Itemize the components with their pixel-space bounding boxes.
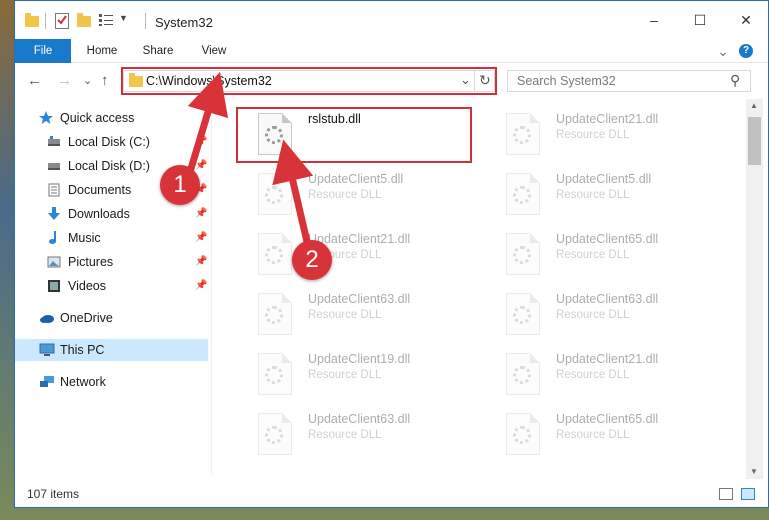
callout-arrows	[186, 71, 314, 250]
arrow-to-file	[272, 139, 314, 250]
arrow-to-address-bar	[186, 71, 229, 176]
callout-step-2: 2	[292, 240, 332, 280]
callout-step-1: 1	[160, 165, 200, 205]
